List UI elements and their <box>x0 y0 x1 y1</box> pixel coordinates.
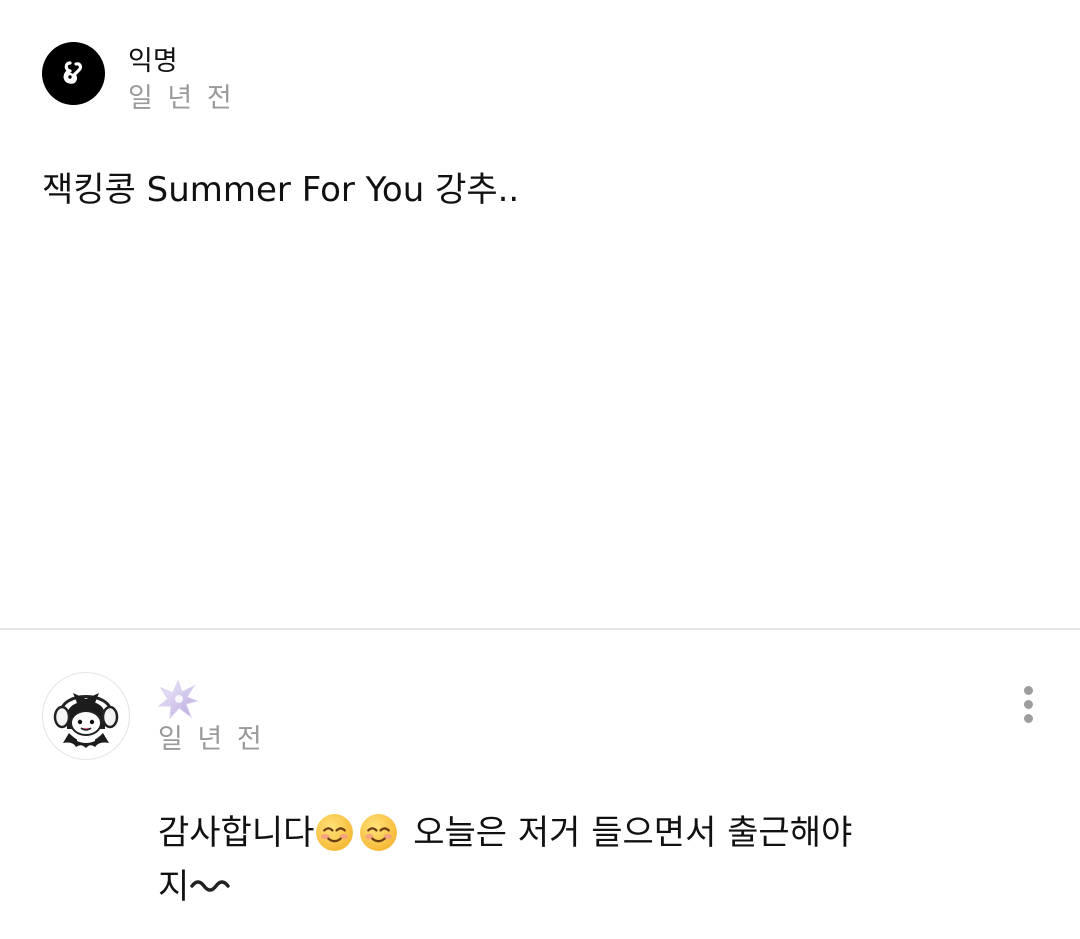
wavy-dash-icon <box>190 880 231 892</box>
comment-timestamp: 일 년 전 <box>158 724 265 755</box>
more-vertical-icon <box>1024 686 1033 695</box>
commenter-avatar[interactable] <box>42 672 130 760</box>
more-vertical-icon <box>1024 714 1033 723</box>
comment-text: 감사합니다 오늘은 저거 들으면서 출근해야 지 <box>158 806 928 914</box>
character-avatar-icon <box>53 693 119 748</box>
author-name[interactable]: 익명 <box>128 46 235 78</box>
post-header: 익명 일 년 전 <box>42 42 235 115</box>
comment-text-part: 오늘은 저거 들으면서 출근해야 <box>402 813 853 853</box>
section-divider <box>0 628 1080 630</box>
author-avatar[interactable] <box>42 42 105 105</box>
anonymous-logo-icon <box>63 61 83 84</box>
more-vertical-icon <box>1024 700 1033 709</box>
post-meta: 익명 일 년 전 <box>128 46 235 115</box>
post-body-text: 잭킹콩 Summer For You 강추.. <box>42 170 520 210</box>
post-timestamp: 일 년 전 <box>128 83 235 114</box>
smiling-face-icon <box>316 814 354 851</box>
sparkle-badge-icon <box>158 680 198 720</box>
smiling-face-icon <box>360 814 398 851</box>
comment-text-part: 감사합니다 <box>158 813 315 853</box>
comment-text-part: 지 <box>158 867 190 907</box>
more-options-button[interactable] <box>1014 684 1044 726</box>
